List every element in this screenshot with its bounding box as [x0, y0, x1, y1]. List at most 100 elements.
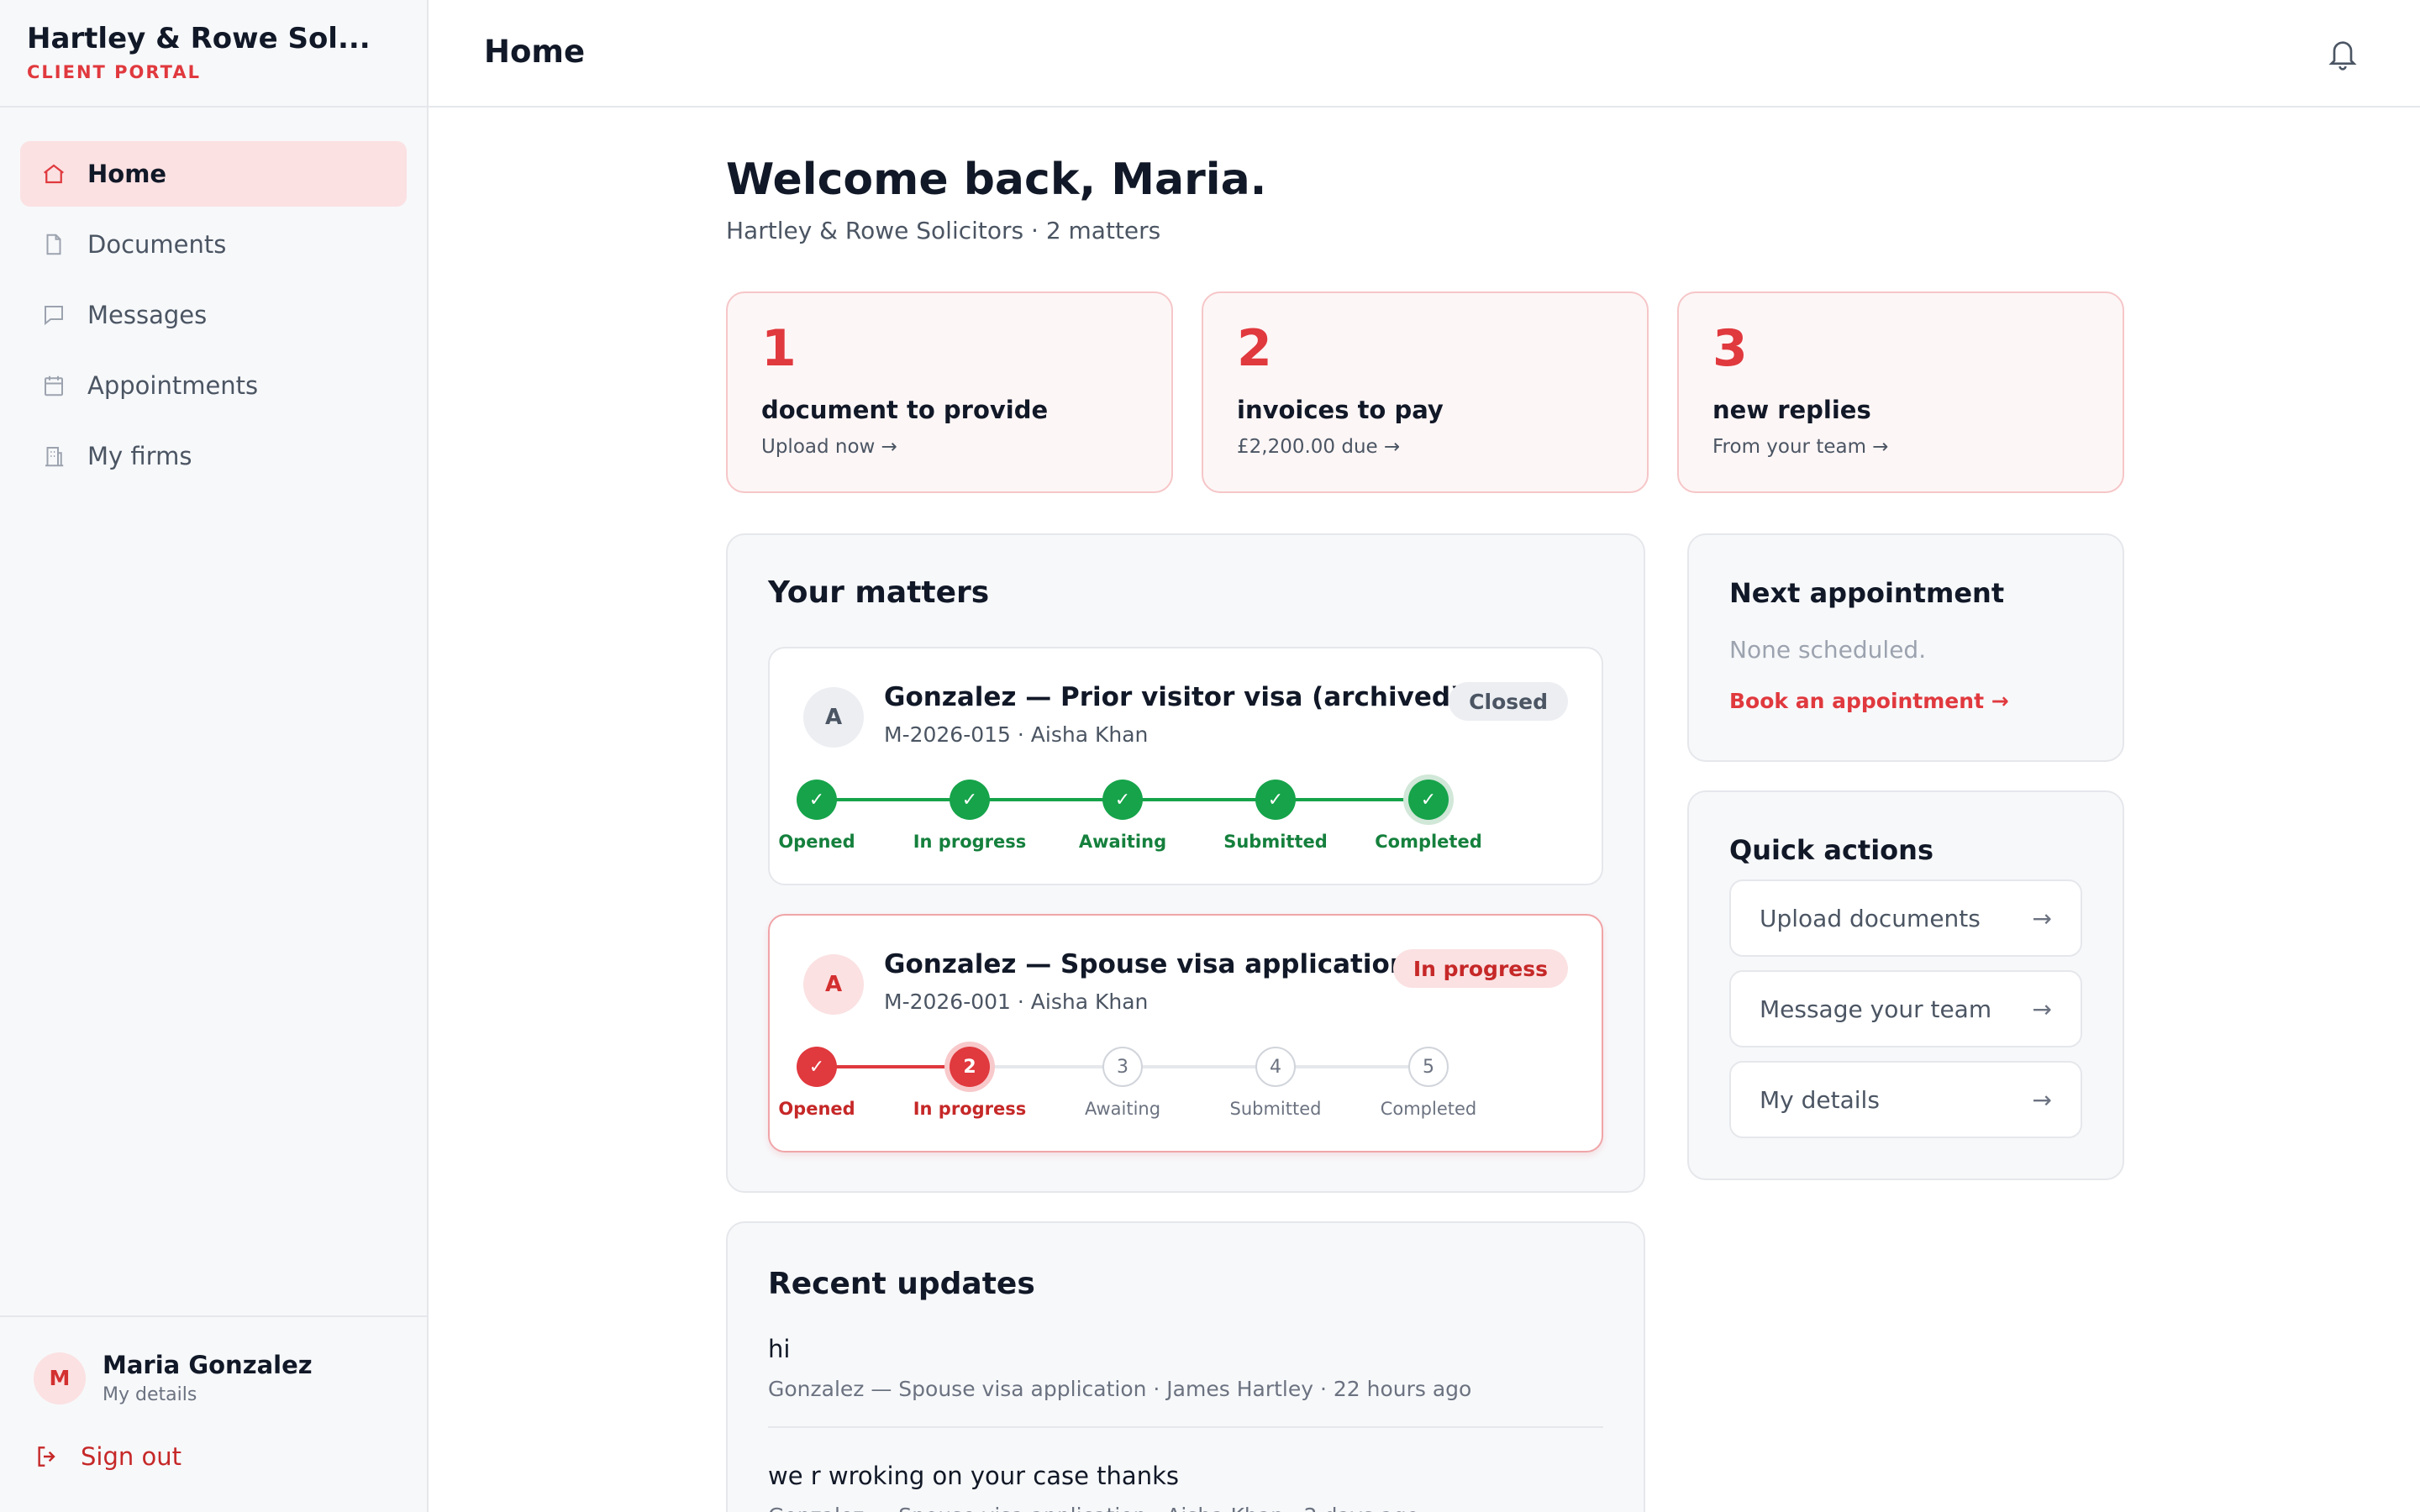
stat-label: document to provide: [761, 396, 1049, 424]
avatar: M: [34, 1352, 86, 1404]
stat-number: 3: [1712, 319, 1748, 378]
stat-link[interactable]: Upload now →: [761, 436, 1138, 458]
sidebar-item-home[interactable]: Home: [20, 141, 407, 207]
matter-progress-stepper: ✓ Opened ✓ In progress ✓ Awaiting ✓ Subm…: [778, 780, 1580, 855]
content-row: Your matters A Gonzalez — Prior visitor …: [726, 533, 2124, 1512]
stat-link[interactable]: From your team →: [1712, 436, 2089, 458]
stepper-step: ✓ Completed: [1353, 780, 1504, 852]
sign-out-label: Sign out: [81, 1442, 182, 1471]
list-item[interactable]: hi Gonzalez — Spouse visa application · …: [768, 1301, 1603, 1428]
upload-documents-button[interactable]: Upload documents →: [1729, 879, 2082, 957]
stepper-step: 2 In progress: [894, 1047, 1045, 1119]
stat-card-replies[interactable]: 3 new replies From your team →: [1677, 291, 2124, 493]
updates-title: Recent updates: [768, 1267, 1035, 1301]
step-label: Opened: [778, 1099, 855, 1119]
list-item[interactable]: we r wroking on your case thanks Gonzale…: [768, 1428, 1603, 1512]
stat-label: new replies: [1712, 396, 1871, 424]
update-text: hi: [768, 1335, 791, 1363]
book-appointment-link[interactable]: Book an appointment →: [1729, 689, 2082, 713]
step-label: Submitted: [1223, 832, 1328, 852]
welcome-subtitle: Hartley & Rowe Solicitors · 2 matters: [726, 217, 1161, 244]
stepper-step: 4 Submitted: [1200, 1047, 1351, 1119]
welcome-heading: Welcome back, Maria.: [726, 155, 1267, 205]
stepper-step: ✓ Submitted: [1200, 780, 1351, 852]
page-title: Home: [484, 34, 586, 70]
arrow-right-icon: →: [2032, 995, 2052, 1023]
sidebar-item-label: Appointments: [87, 371, 259, 400]
brand-subtitle: CLIENT PORTAL: [27, 62, 201, 82]
sidebar-item-messages[interactable]: Messages: [20, 282, 407, 348]
matter-title: Gonzalez — Spouse visa application: [884, 949, 1408, 979]
stepper-step: ✓ Opened: [741, 780, 892, 852]
sidebar-item-my-firms[interactable]: My firms: [20, 423, 407, 489]
step-label: Awaiting: [1078, 832, 1167, 852]
stepper-step: ✓ Awaiting: [1047, 780, 1198, 852]
appointment-status: None scheduled.: [1729, 636, 1927, 664]
check-icon: ✓: [1102, 780, 1143, 820]
arrow-right-icon: →: [2032, 904, 2052, 932]
sidebar-footer: M Maria Gonzalez My details Sign out: [0, 1315, 427, 1512]
user-details-link[interactable]: My details: [103, 1384, 313, 1405]
user-profile[interactable]: M Maria Gonzalez My details: [34, 1351, 393, 1405]
matter-card-spouse-visa[interactable]: A Gonzalez — Spouse visa application M-2…: [768, 914, 1603, 1152]
stat-number: 2: [1237, 319, 1272, 378]
step-number: 3: [1102, 1047, 1143, 1087]
sidebar-item-documents[interactable]: Documents: [20, 212, 407, 277]
document-icon: [40, 231, 67, 258]
step-number: 2: [950, 1047, 990, 1087]
sidebar-item-appointments[interactable]: Appointments: [20, 353, 407, 418]
building-icon: [40, 443, 67, 470]
stepper-step: ✓ In progress: [894, 780, 1045, 852]
calendar-icon: [40, 372, 67, 399]
brand-name: Hartley & Rowe Sol...: [27, 22, 371, 55]
matter-avatar: A: [803, 954, 864, 1015]
matter-progress-stepper: ✓ Opened 2 In progress 3 Awaiting 4 Subm…: [778, 1047, 1580, 1122]
right-column: Next appointment None scheduled. Book an…: [1687, 533, 2124, 1180]
stat-card-documents[interactable]: 1 document to provide Upload now →: [726, 291, 1173, 493]
home-icon: [40, 160, 67, 187]
arrow-right-icon: →: [2032, 1085, 2052, 1114]
status-badge: In progress: [1392, 949, 1568, 988]
button-label: My details: [1760, 1085, 1880, 1114]
stat-card-invoices[interactable]: 2 invoices to pay £2,200.00 due →: [1202, 291, 1649, 493]
stat-link[interactable]: £2,200.00 due →: [1237, 436, 1613, 458]
check-icon: ✓: [1255, 780, 1296, 820]
top-header: Home: [429, 0, 2420, 108]
update-meta: Gonzalez — Spouse visa application · Ais…: [768, 1504, 1603, 1512]
sidebar-item-label: Documents: [87, 230, 227, 259]
stepper-step: 5 Completed: [1353, 1047, 1504, 1119]
stats-row: 1 document to provide Upload now → 2 inv…: [726, 291, 2124, 493]
step-label: Completed: [1380, 1099, 1477, 1119]
quick-actions-card: Quick actions Upload documents → Message…: [1687, 790, 2124, 1180]
step-label: Completed: [1375, 832, 1482, 852]
matters-card: Your matters A Gonzalez — Prior visitor …: [726, 533, 1645, 1193]
appointment-title: Next appointment: [1729, 577, 2005, 609]
step-label: In progress: [913, 832, 1027, 852]
bell-icon[interactable]: [2326, 35, 2360, 72]
check-icon: ✓: [950, 780, 990, 820]
matters-title: Your matters: [768, 575, 990, 610]
user-name: Maria Gonzalez: [103, 1351, 313, 1379]
matter-reference: M-2026-015 · Aisha Khan: [884, 722, 1149, 747]
status-badge: Closed: [1449, 682, 1568, 721]
step-number: 5: [1408, 1047, 1449, 1087]
my-details-button[interactable]: My details →: [1729, 1061, 2082, 1138]
main-content: Welcome back, Maria. Hartley & Rowe Soli…: [726, 108, 2124, 1512]
stat-label: invoices to pay: [1237, 396, 1444, 424]
matter-card-archived[interactable]: A Gonzalez — Prior visitor visa (archive…: [768, 647, 1603, 885]
step-label: Opened: [778, 832, 855, 852]
update-meta: Gonzalez — Spouse visa application · Jam…: [768, 1377, 1472, 1401]
brand: Hartley & Rowe Sol... CLIENT PORTAL: [0, 0, 427, 108]
matter-avatar: A: [803, 687, 864, 748]
update-text: we r wroking on your case thanks: [768, 1462, 1179, 1490]
matter-title: Gonzalez — Prior visitor visa (archived): [884, 682, 1463, 712]
message-team-button[interactable]: Message your team →: [1729, 970, 2082, 1047]
sidebar-nav: Home Documents Messages Appointments My …: [0, 108, 427, 489]
recent-updates-card: Recent updates hi Gonzalez — Spouse visa…: [726, 1221, 1645, 1512]
button-label: Upload documents: [1760, 904, 1981, 932]
sign-out-button[interactable]: Sign out: [34, 1442, 393, 1471]
button-label: Message your team: [1760, 995, 1992, 1023]
step-number: 4: [1255, 1047, 1296, 1087]
sidebar-item-label: Home: [87, 160, 167, 188]
matter-reference: M-2026-001 · Aisha Khan: [884, 990, 1149, 1014]
